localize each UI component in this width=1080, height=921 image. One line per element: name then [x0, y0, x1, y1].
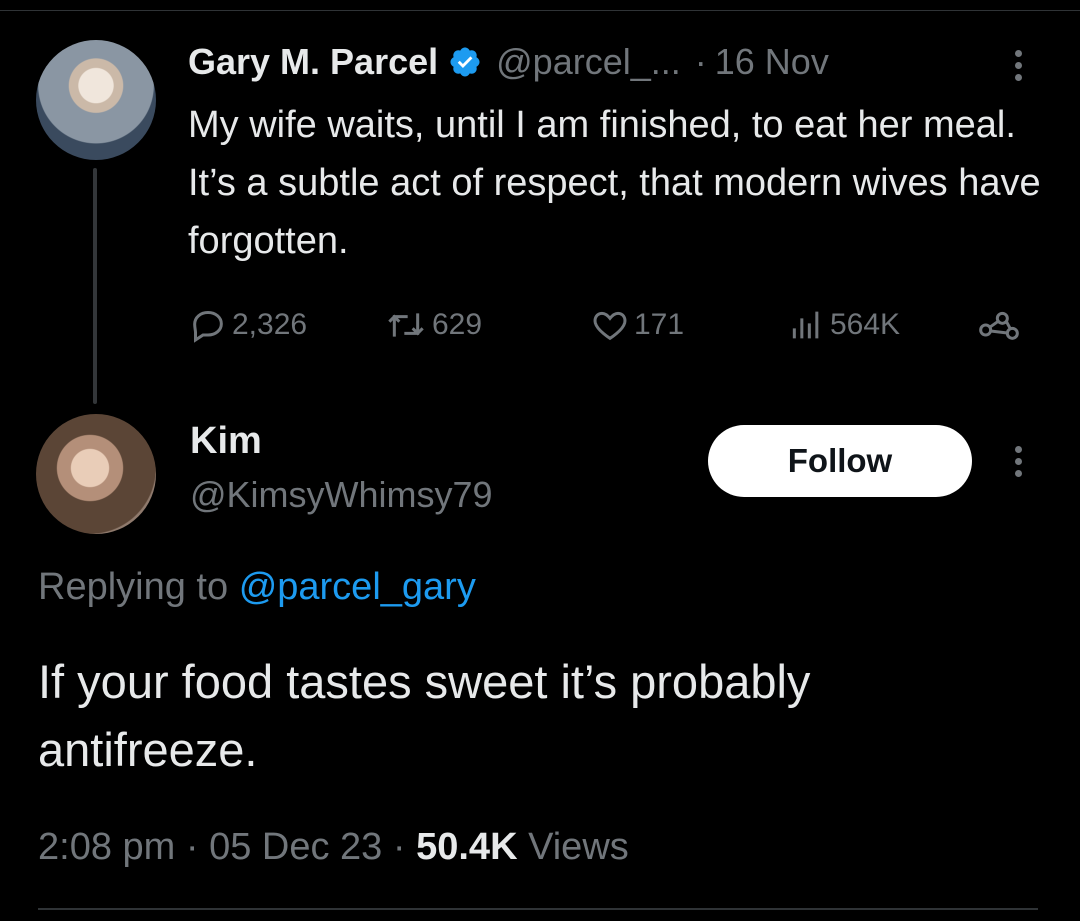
- thread-connector-line: [93, 168, 97, 404]
- like-action[interactable]: 171: [590, 302, 684, 348]
- tweet-time[interactable]: 2:08 pm: [38, 826, 175, 868]
- more-options-icon[interactable]: [1010, 48, 1026, 84]
- replying-prefix: Replying to: [38, 566, 229, 608]
- meta-separator: ·: [392, 826, 417, 868]
- views-action[interactable]: 564K: [786, 302, 900, 348]
- tweet-date[interactable]: 05 Dec 23: [209, 826, 382, 868]
- views-label: Views: [528, 826, 629, 868]
- reply-author-handle[interactable]: @KimsyWhimsy79: [190, 474, 493, 516]
- meta-separator: ·: [185, 826, 210, 868]
- views-count: 50.4K: [416, 826, 518, 868]
- original-tweet-text: My wife waits, until I am finished, to e…: [188, 104, 1041, 262]
- avatar-gary[interactable]: [36, 40, 156, 160]
- reply-action[interactable]: 2,326: [188, 302, 307, 348]
- share-action[interactable]: [976, 302, 1026, 348]
- top-divider: [0, 10, 1080, 11]
- retweet-icon: [388, 313, 424, 337]
- heart-icon: [593, 311, 627, 341]
- retweet-count: 629: [432, 308, 483, 341]
- follow-button[interactable]: Follow: [708, 425, 972, 497]
- reply-tweet-text: If your food tastes sweet it’s probably …: [38, 655, 811, 776]
- like-count: 171: [634, 308, 685, 341]
- share-icon: [979, 311, 1019, 340]
- bottom-divider: [38, 908, 1038, 910]
- avatar-kim[interactable]: [36, 414, 156, 534]
- reply-count: 2,326: [232, 308, 308, 341]
- original-author-name[interactable]: Gary M. Parcel: [188, 41, 438, 83]
- tweet-thread: Gary M. Parcel @parcel_... · 16 Nov My w…: [0, 0, 1080, 921]
- replying-handle-link[interactable]: @parcel_gary: [239, 566, 476, 608]
- reply-author-name[interactable]: Kim: [190, 420, 262, 463]
- original-tweet-header: Gary M. Parcel @parcel_... · 16 Nov: [188, 40, 829, 84]
- verified-badge-icon: [450, 47, 480, 77]
- replying-to: Replying to @parcel_gary: [38, 566, 476, 609]
- tweet-meta: 2:08 pm · 05 Dec 23 · 50.4K Views: [38, 826, 629, 869]
- header-separator: ·: [694, 41, 707, 82]
- views-chart-icon: [792, 311, 819, 339]
- more-options-icon[interactable]: [1010, 444, 1026, 480]
- retweet-action[interactable]: 629: [384, 302, 482, 348]
- views-count-original: 564K: [830, 308, 901, 341]
- original-author-handle[interactable]: @parcel_...: [496, 41, 681, 83]
- original-tweet-date[interactable]: 16 Nov: [715, 41, 829, 83]
- reply-icon: [193, 310, 223, 343]
